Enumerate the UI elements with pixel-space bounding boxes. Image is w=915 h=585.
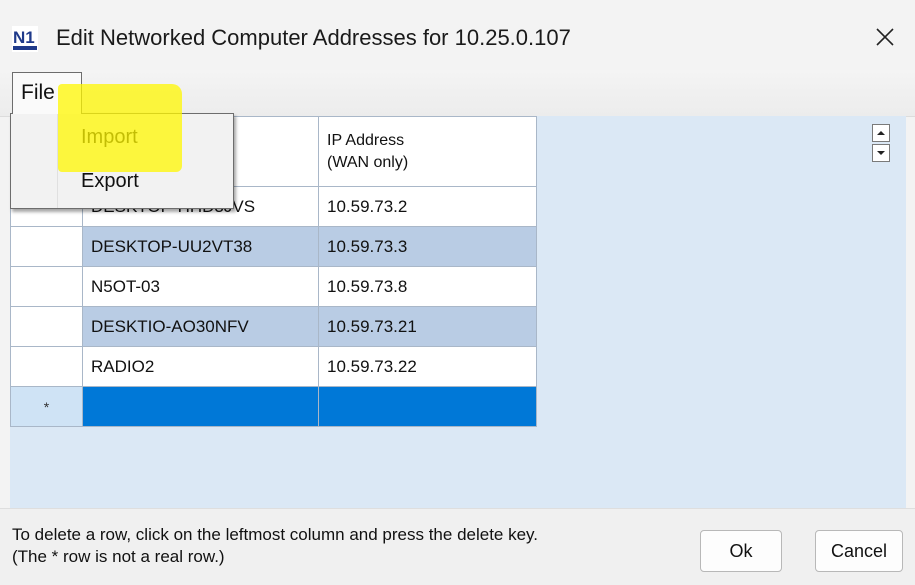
computer-name-cell[interactable]: RADIO2 xyxy=(82,346,319,387)
new-row[interactable]: * xyxy=(10,386,537,427)
ip-address-cell[interactable]: 10.59.73.3 xyxy=(318,226,537,267)
menu-item-export[interactable]: Export xyxy=(59,162,229,202)
close-button[interactable] xyxy=(855,14,915,60)
menu-item-import-label: Import xyxy=(81,126,138,148)
column-header-ip-line1: IP Address xyxy=(327,131,405,149)
column-header-ip[interactable]: IP Address (WAN only) xyxy=(318,116,537,187)
table-row[interactable]: DESKTIO-AO30NFV 10.59.73.21 xyxy=(10,306,537,347)
ip-address-cell[interactable]: 10.59.73.21 xyxy=(318,306,537,347)
new-row-name-cell[interactable] xyxy=(82,386,319,427)
arrow-up-icon xyxy=(877,131,885,135)
ip-address-cell[interactable]: 10.59.73.8 xyxy=(318,266,537,307)
menu-item-export-label: Export xyxy=(81,170,139,192)
delete-hint: To delete a row, click on the leftmost c… xyxy=(12,524,538,568)
computer-name-cell[interactable]: DESKTOP-UU2VT38 xyxy=(82,226,319,267)
close-icon xyxy=(876,28,894,46)
menu-item-import[interactable]: Import xyxy=(59,118,229,158)
delete-hint-line2: (The * row is not a real row.) xyxy=(12,547,225,566)
new-row-ip-cell[interactable] xyxy=(318,386,537,427)
file-menu-dropdown: Import Export xyxy=(10,113,234,209)
new-row-marker[interactable]: * xyxy=(10,386,83,427)
cancel-button[interactable]: Cancel xyxy=(815,530,903,572)
title-bar: N1 Edit Networked Computer Addresses for… xyxy=(0,0,915,70)
menu-bar xyxy=(0,70,915,117)
row-selector[interactable] xyxy=(10,226,83,267)
menu-file-label: File xyxy=(21,81,55,104)
ip-address-cell[interactable]: 10.59.73.22 xyxy=(318,346,537,387)
arrow-down-icon xyxy=(877,151,885,155)
row-selector[interactable] xyxy=(10,306,83,347)
row-selector[interactable] xyxy=(10,266,83,307)
table-row[interactable]: DESKTOP-UU2VT38 10.59.73.3 xyxy=(10,226,537,267)
computer-name-cell[interactable]: DESKTIO-AO30NFV xyxy=(82,306,319,347)
menu-icon-margin xyxy=(11,114,58,208)
scroll-up-button[interactable] xyxy=(872,124,890,142)
window-title: Edit Networked Computer Addresses for 10… xyxy=(56,25,571,50)
delete-hint-line1: To delete a row, click on the leftmost c… xyxy=(12,525,539,544)
table-row[interactable]: N5OT-03 10.59.73.8 xyxy=(10,266,537,307)
menu-file[interactable]: File xyxy=(12,72,82,114)
ok-button[interactable]: Ok xyxy=(700,530,782,572)
scroll-down-button[interactable] xyxy=(872,144,890,162)
column-header-ip-line2: (WAN only) xyxy=(327,153,409,171)
svg-text:N1: N1 xyxy=(13,28,35,47)
row-selector[interactable] xyxy=(10,346,83,387)
ip-address-cell[interactable]: 10.59.73.2 xyxy=(318,186,537,227)
computer-name-cell[interactable]: N5OT-03 xyxy=(82,266,319,307)
n1mm-logo-icon: N1 xyxy=(12,26,38,52)
table-row[interactable]: RADIO2 10.59.73.22 xyxy=(10,346,537,387)
